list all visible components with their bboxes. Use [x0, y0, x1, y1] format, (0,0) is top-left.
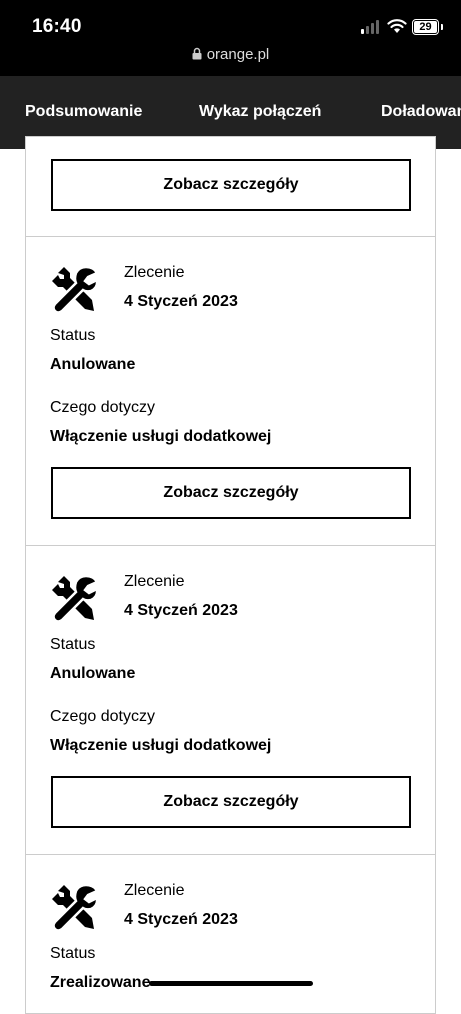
- battery-icon: 29: [412, 19, 439, 35]
- status-label: Status: [50, 945, 96, 962]
- concerns-value: Włączenie usługi dodatkowej: [50, 428, 272, 445]
- battery-level: 29: [414, 21, 437, 33]
- tools-icon: [52, 265, 99, 314]
- concerns-label: Czego dotyczy: [50, 708, 155, 725]
- order-card: Zlecenie 4 Styczeń 2023 Status Anulowane…: [25, 545, 436, 855]
- tab-call-list[interactable]: Wykaz połączeń: [199, 103, 321, 121]
- order-date: 4 Styczeń 2023: [124, 911, 238, 928]
- status-value: Anulowane: [50, 356, 136, 373]
- battery-nub: [441, 24, 443, 30]
- url-text: orange.pl: [206, 46, 270, 63]
- order-card: Zlecenie 4 Styczeń 2023 Status Anulowane…: [25, 236, 436, 546]
- tab-top-ups[interactable]: Doładowania: [381, 103, 461, 121]
- status-value: Anulowane: [50, 665, 136, 682]
- clock: 16:40: [32, 16, 82, 37]
- order-date: 4 Styczeń 2023: [124, 602, 238, 619]
- tools-icon: [52, 883, 99, 932]
- tab-summary[interactable]: Podsumowanie: [25, 103, 142, 121]
- details-button[interactable]: Zobacz szczegóły: [51, 776, 411, 828]
- status-value: Zrealizowane: [50, 974, 151, 991]
- concerns-value: Włączenie usługi dodatkowej: [50, 737, 272, 754]
- wifi-icon: [387, 19, 407, 33]
- order-label: Zlecenie: [124, 882, 185, 899]
- order-date: 4 Styczeń 2023: [124, 293, 238, 310]
- status-label: Status: [50, 636, 96, 653]
- lock-icon: [192, 47, 202, 60]
- home-indicator[interactable]: [149, 981, 313, 986]
- order-label: Zlecenie: [124, 573, 185, 590]
- status-label: Status: [50, 327, 96, 344]
- tools-icon: [52, 574, 99, 623]
- order-card: Zlecenie 4 Styczeń 2023 Status Zrealizow…: [25, 854, 436, 1014]
- address-bar[interactable]: orange.pl: [0, 46, 461, 63]
- concerns-label: Czego dotyczy: [50, 399, 155, 416]
- order-label: Zlecenie: [124, 264, 185, 281]
- details-button[interactable]: Zobacz szczegóły: [51, 467, 411, 519]
- order-card: Zobacz szczegóły: [25, 136, 436, 237]
- status-bar: 16:40 29 orange.pl: [0, 0, 461, 76]
- details-button[interactable]: Zobacz szczegóły: [51, 159, 411, 211]
- cellular-signal-icon: [361, 20, 379, 34]
